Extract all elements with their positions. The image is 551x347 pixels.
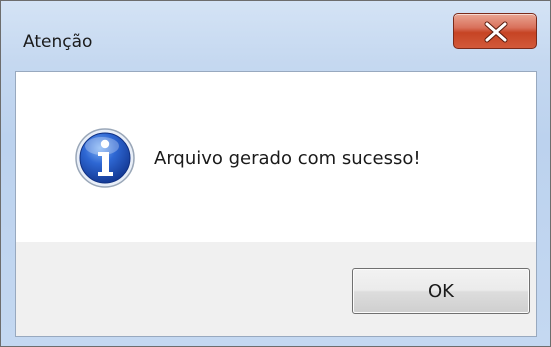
dialog-window: Atenção Arquivo gerado com sucesso! OK: [0, 0, 551, 347]
info-icon: [75, 128, 135, 188]
message-area: Arquivo gerado com sucesso!: [16, 72, 536, 242]
dialog-client-area: Arquivo gerado com sucesso! OK: [15, 71, 537, 337]
close-icon: [484, 21, 508, 43]
dialog-message: Arquivo gerado com sucesso!: [154, 148, 421, 169]
close-button[interactable]: [453, 13, 537, 49]
title-bar[interactable]: Atenção: [1, 1, 550, 71]
ok-button[interactable]: OK: [352, 268, 530, 314]
button-bar: OK: [16, 242, 536, 336]
window-title: Atenção: [23, 32, 93, 52]
